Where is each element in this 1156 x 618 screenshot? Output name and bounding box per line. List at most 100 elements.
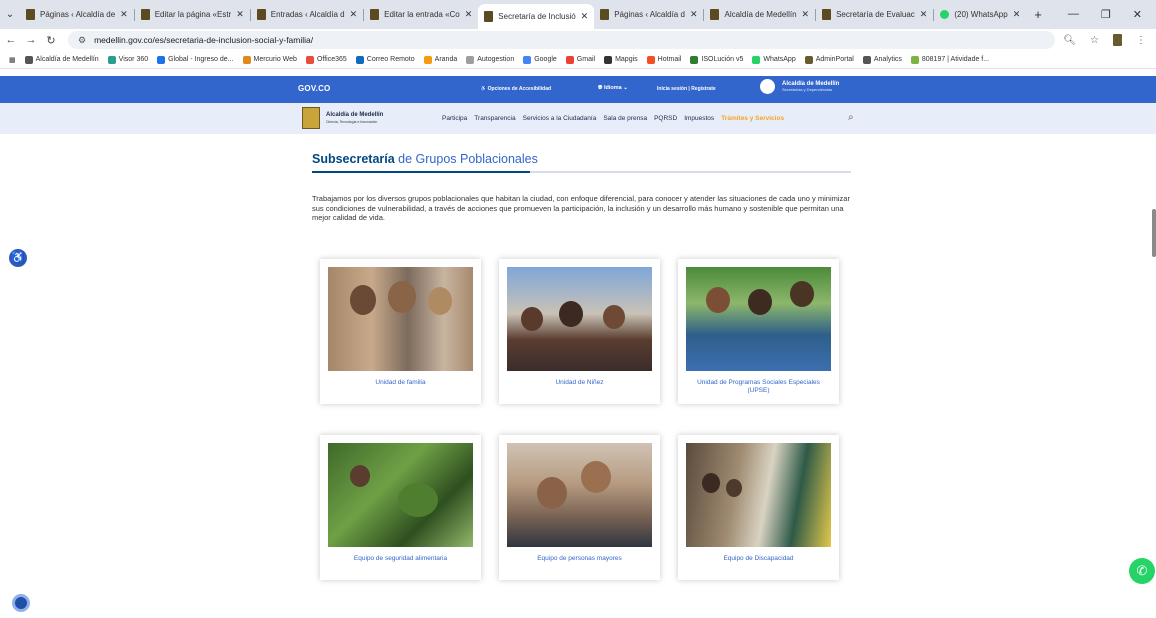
nav-item-tramites[interactable]: Trámites y Servicios xyxy=(721,115,784,122)
bookmark-favicon-icon xyxy=(355,55,364,64)
govco-logo[interactable]: GOV.CO xyxy=(298,84,330,93)
card-label[interactable]: Equipo de seguridad alimentaria xyxy=(328,555,473,563)
bookmark-item[interactable]: Mercurio Web xyxy=(242,55,297,64)
bookmark-item[interactable]: Correo Remoto xyxy=(355,55,415,64)
card-label[interactable]: Equipo de Discapacidad xyxy=(686,555,831,563)
bookmark-item[interactable]: ISOLución v5 xyxy=(690,55,743,64)
bookmark-star-icon[interactable]: ☆ xyxy=(1090,35,1099,46)
browser-tab-active[interactable]: Secretaría de Inclusió ✕ xyxy=(478,4,595,29)
back-icon[interactable]: ← xyxy=(2,34,20,46)
accessibility-options-link[interactable]: ♿ Opciones de Accesibilidad xyxy=(480,86,551,92)
alcaldia-logo[interactable]: Alcaldía de Medellín Ciencia, Tecnología… xyxy=(302,107,383,129)
card-label[interactable]: Unidad de Programas Sociales Especiales … xyxy=(686,379,831,395)
program-card[interactable]: Unidad de Programas Sociales Especiales … xyxy=(678,259,839,404)
nav-item[interactable]: Servicios a la Ciudadanía xyxy=(523,115,597,122)
close-window-icon[interactable]: ✕ xyxy=(1133,8,1142,21)
browser-tab[interactable]: Alcaldía de Medellín ✕ xyxy=(704,4,815,26)
browser-menu-icon[interactable]: ⋮ xyxy=(1136,35,1146,46)
browser-tab[interactable]: Páginas ‹ Alcaldía de ✕ xyxy=(20,4,134,26)
bookmark-item[interactable]: 808197 | Atividade f... xyxy=(910,55,989,64)
bookmark-item[interactable]: Global - Ingreso de... xyxy=(157,55,234,64)
program-card[interactable]: Equipo de seguridad alimentaria xyxy=(320,435,481,580)
bookmark-item[interactable]: Hotmail xyxy=(646,55,682,64)
language-dropdown[interactable]: 🌐︎ Idioma ⌄ xyxy=(598,85,628,92)
close-icon[interactable]: ✕ xyxy=(690,9,698,20)
bookmark-favicon-icon xyxy=(604,55,613,64)
program-card[interactable]: Equipo de personas mayores xyxy=(499,435,660,580)
page-scrollbar[interactable] xyxy=(1152,209,1156,257)
card-label[interactable]: Unidad de familia xyxy=(328,379,473,387)
bookmark-item[interactable]: Google xyxy=(523,55,557,64)
close-icon[interactable]: ✕ xyxy=(1013,9,1021,20)
close-icon[interactable]: ✕ xyxy=(802,9,810,20)
new-tab-button[interactable]: + xyxy=(1026,7,1050,22)
section-divider-active xyxy=(312,171,530,173)
photo-detail xyxy=(428,287,452,315)
zoom-icon[interactable]: 🔍︎ xyxy=(1063,35,1076,46)
browser-tab[interactable]: Editar la página «Estr ✕ xyxy=(135,4,250,26)
login-link[interactable]: Inicia sesión | Regístrate xyxy=(657,86,716,92)
bookmark-item[interactable]: Mapgis xyxy=(604,55,638,64)
chat-widget-icon[interactable] xyxy=(12,594,30,612)
bookmark-item[interactable]: Aranda xyxy=(423,55,457,64)
browser-tab[interactable]: (20) WhatsApp ✕ xyxy=(934,4,1026,26)
bookmark-label: Gmail xyxy=(576,56,596,63)
bookmark-item[interactable]: Analytics xyxy=(862,55,902,64)
bookmark-item[interactable]: Autogestion xyxy=(466,55,514,64)
nav-item[interactable]: PQRSD xyxy=(654,115,677,122)
bookmark-item[interactable]: Gmail xyxy=(565,55,596,64)
bookmark-label: Hotmail xyxy=(657,56,682,63)
bookmark-item[interactable]: WhatsApp xyxy=(752,55,796,64)
browser-tab[interactable]: Entradas ‹ Alcaldía d ✕ xyxy=(251,4,363,26)
photo-detail xyxy=(706,287,730,313)
site-info-icon[interactable]: ⚙ xyxy=(78,35,86,46)
wp-icon xyxy=(600,9,610,20)
tab-search-icon[interactable]: ⌄ xyxy=(0,9,20,20)
browser-tab[interactable]: Secretaría de Evaluac ✕ xyxy=(816,4,933,26)
bookmark-favicon-icon xyxy=(523,55,532,64)
program-card[interactable]: Equipo de Discapacidad xyxy=(678,435,839,580)
bookmark-favicon-icon xyxy=(242,55,251,64)
nav-item[interactable]: Transparencia xyxy=(474,115,515,122)
whatsapp-chat-icon[interactable]: ✆ xyxy=(1129,558,1155,584)
restore-icon[interactable]: ❐ xyxy=(1101,8,1111,21)
bookmark-item[interactable]: Office365 xyxy=(305,55,347,64)
extension-icon[interactable] xyxy=(1113,34,1122,46)
entity-dropdown[interactable]: Alcaldía de Medellín Secretarías y Depen… xyxy=(760,79,839,94)
section-title-rest: de Grupos Poblacionales xyxy=(394,152,538,166)
close-icon[interactable]: ✕ xyxy=(120,9,128,20)
browser-tab[interactable]: Editar la entrada «Co ✕ xyxy=(364,4,478,26)
bookmark-label: Analytics xyxy=(873,56,902,63)
program-card[interactable]: Unidad de Niñez xyxy=(499,259,660,404)
forward-icon[interactable]: → xyxy=(22,34,40,46)
nav-item[interactable]: Participa xyxy=(442,115,467,122)
bookmark-item[interactable]: Visor 360 xyxy=(107,55,148,64)
card-label[interactable]: Unidad de Niñez xyxy=(507,379,652,387)
url-field[interactable]: ⚙ medellin.gov.co/es/secretaria-de-inclu… xyxy=(68,31,1056,49)
close-icon[interactable]: ✕ xyxy=(920,9,928,20)
bookmark-favicon-icon xyxy=(305,55,314,64)
photo-detail xyxy=(350,285,376,315)
apps-icon[interactable]: ▦ xyxy=(9,56,16,64)
bookmark-item[interactable]: AdminPortal xyxy=(804,55,854,64)
wp-icon xyxy=(484,11,494,22)
close-icon[interactable]: ✕ xyxy=(465,9,473,20)
close-icon[interactable]: ✕ xyxy=(236,9,244,20)
card-label[interactable]: Equipo de personas mayores xyxy=(507,555,652,563)
browser-tab[interactable]: Páginas ‹ Alcaldía d ✕ xyxy=(594,4,703,26)
nav-item[interactable]: Sala de prensa xyxy=(603,115,647,122)
close-icon[interactable]: ✕ xyxy=(350,9,358,20)
govco-bar: GOV.CO ♿ Opciones de Accesibilidad 🌐︎ Id… xyxy=(0,76,1156,103)
entity-subtitle: Secretarías y Dependencias xyxy=(782,87,833,92)
photo-detail xyxy=(702,473,720,493)
bookmark-label: Global - Ingreso de... xyxy=(168,56,234,63)
program-card[interactable]: Unidad de familia xyxy=(320,259,481,404)
search-icon[interactable]: ⌕ xyxy=(848,112,854,123)
reload-icon[interactable]: ↻ xyxy=(42,34,60,47)
nav-item[interactable]: Impuestos xyxy=(684,115,714,122)
minimize-icon[interactable]: — xyxy=(1068,8,1079,21)
close-icon[interactable]: ✕ xyxy=(581,11,589,22)
tab-title: Páginas ‹ Alcaldía de xyxy=(40,10,116,19)
accessibility-widget-icon[interactable]: ♿ xyxy=(9,249,27,267)
bookmark-item[interactable]: Alcaldía de Medellín xyxy=(24,55,99,64)
